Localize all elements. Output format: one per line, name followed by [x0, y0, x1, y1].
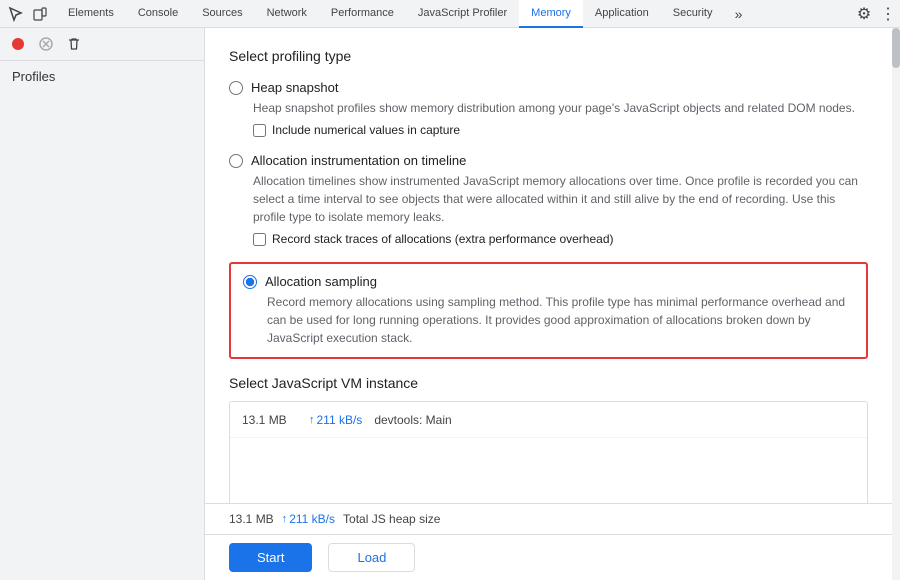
heap-snapshot-sub: Include numerical values in capture: [253, 123, 868, 137]
more-options-button[interactable]: ⋮: [876, 2, 900, 26]
start-recording-button[interactable]: [6, 32, 30, 56]
allocation-sampling-radio[interactable]: [243, 275, 257, 289]
heap-snapshot-option: Heap snapshot Heap snapshot profiles sho…: [229, 80, 868, 137]
vm-row[interactable]: 13.1 MB ↑ 211 kB/s devtools: Main: [230, 402, 867, 438]
tab-application[interactable]: Application: [583, 0, 661, 28]
more-tabs-button[interactable]: »: [726, 2, 750, 26]
tab-security[interactable]: Security: [661, 0, 725, 28]
scrollbar[interactable]: [892, 28, 900, 580]
allocation-sampling-option: Allocation sampling Record memory alloca…: [229, 262, 868, 359]
devtools-toolbar: Elements Console Sources Network Perform…: [0, 0, 900, 28]
settings-button[interactable]: ⚙: [852, 2, 876, 26]
select-type-title: Select profiling type: [229, 48, 868, 64]
status-size: 13.1 MB: [229, 512, 274, 526]
action-buttons: Start Load: [205, 534, 892, 580]
record-stack-label[interactable]: Record stack traces of allocations (extr…: [272, 232, 614, 246]
sidebar-toolbar: [0, 28, 204, 61]
vm-rate-value: 211 kB/s: [317, 413, 363, 427]
main-area: Profiles Select profiling type Heap snap…: [0, 28, 900, 580]
include-numerical-label[interactable]: Include numerical values in capture: [272, 123, 460, 137]
sidebar: Profiles: [0, 28, 205, 580]
vm-rate-arrow-icon: ↑: [309, 414, 315, 426]
allocation-instrumentation-desc: Allocation timelines show instrumented J…: [253, 172, 868, 226]
allocation-sampling-label[interactable]: Allocation sampling: [265, 274, 377, 289]
status-rate-value: 211 kB/s: [289, 512, 335, 526]
heap-snapshot-desc: Heap snapshot profiles show memory distr…: [253, 99, 868, 117]
allocation-sampling-header: Allocation sampling: [243, 274, 854, 289]
stop-recording-button[interactable]: [34, 32, 58, 56]
status-label: Total JS heap size: [343, 512, 440, 526]
allocation-instrumentation-sub: Record stack traces of allocations (extr…: [253, 232, 868, 246]
status-bar: 13.1 MB ↑ 211 kB/s Total JS heap size: [205, 503, 892, 534]
allocation-instrumentation-radio[interactable]: [229, 154, 243, 168]
element-picker-icon[interactable]: [6, 4, 26, 24]
device-toggle-icon[interactable]: [30, 4, 50, 24]
tab-memory[interactable]: Memory: [519, 0, 583, 28]
clear-profiles-button[interactable]: [62, 32, 86, 56]
status-rate: ↑ 211 kB/s: [282, 512, 335, 526]
vm-name: devtools: Main: [374, 413, 451, 427]
tab-network[interactable]: Network: [255, 0, 319, 28]
profiles-label: Profiles: [0, 61, 204, 92]
allocation-instrumentation-header: Allocation instrumentation on timeline: [229, 153, 868, 168]
tab-performance[interactable]: Performance: [319, 0, 406, 28]
vm-table: 13.1 MB ↑ 211 kB/s devtools: Main: [229, 401, 868, 503]
heap-snapshot-radio[interactable]: [229, 81, 243, 95]
scrollbar-thumb[interactable]: [892, 28, 900, 68]
heap-snapshot-label[interactable]: Heap snapshot: [251, 80, 338, 95]
include-numerical-checkbox[interactable]: [253, 124, 266, 137]
status-rate-arrow-icon: ↑: [282, 513, 288, 525]
tab-console[interactable]: Console: [126, 0, 190, 28]
vm-size: 13.1 MB: [242, 413, 297, 427]
main-content: Select profiling type Heap snapshot Heap…: [205, 28, 892, 503]
record-stack-checkbox[interactable]: [253, 233, 266, 246]
heap-snapshot-header: Heap snapshot: [229, 80, 868, 95]
allocation-sampling-desc: Record memory allocations using sampling…: [267, 293, 854, 347]
tab-sources[interactable]: Sources: [190, 0, 254, 28]
start-button[interactable]: Start: [229, 543, 312, 572]
vm-table-empty: [230, 438, 867, 503]
allocation-instrumentation-label[interactable]: Allocation instrumentation on timeline: [251, 153, 466, 168]
vm-section: Select JavaScript VM instance 13.1 MB ↑ …: [229, 375, 868, 503]
tab-elements[interactable]: Elements: [56, 0, 126, 28]
toolbar-icons: [0, 4, 56, 24]
allocation-instrumentation-option: Allocation instrumentation on timeline A…: [229, 153, 868, 246]
vm-rate: ↑ 211 kB/s: [309, 413, 362, 427]
vm-section-title: Select JavaScript VM instance: [229, 375, 868, 391]
tab-js-profiler[interactable]: JavaScript Profiler: [406, 0, 519, 28]
load-button[interactable]: Load: [328, 543, 415, 572]
